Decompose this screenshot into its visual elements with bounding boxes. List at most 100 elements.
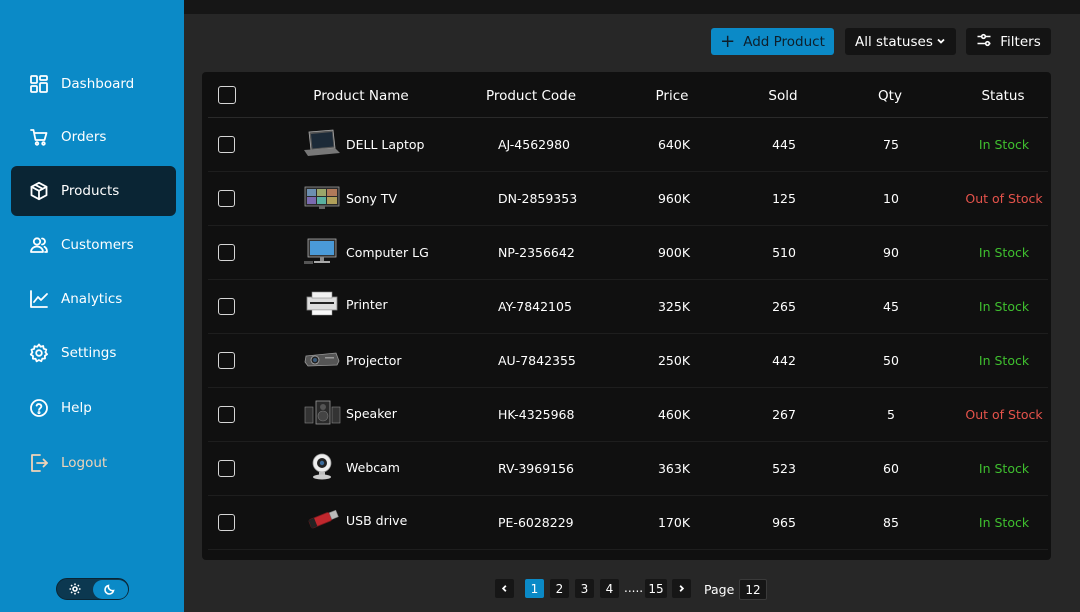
status-badge: In Stock (978, 245, 1030, 260)
product-price: 325K (657, 299, 691, 314)
product-qty: 85 (883, 515, 899, 530)
top-bar (184, 0, 1080, 14)
page-button-2[interactable]: 2 (550, 579, 569, 598)
status-select-value: All statuses (855, 33, 933, 50)
product-name: DELL Laptop (346, 137, 425, 152)
product-qty: 5 (887, 407, 895, 422)
product-name: USB drive (346, 513, 408, 528)
add-product-label: Add Product (743, 33, 825, 50)
column-header-qty[interactable]: Qty (878, 88, 902, 104)
box-icon (29, 181, 49, 201)
sidebar-item-logout[interactable]: Logout (11, 439, 176, 487)
product-image (303, 289, 341, 317)
page-button-3[interactable]: 3 (575, 579, 594, 598)
product-qty: 50 (883, 353, 899, 368)
page-number-input[interactable]: 12 (739, 579, 767, 600)
pagination-ellipsis: ..... (624, 581, 644, 595)
product-price: 640K (657, 137, 691, 152)
sidebar-item-dashboard[interactable]: Dashboard (11, 60, 176, 108)
filters-button[interactable]: Filters (966, 28, 1051, 55)
product-code: AU-7842355 (498, 353, 576, 368)
row-checkbox[interactable] (218, 460, 235, 477)
column-header-price[interactable]: Price (656, 88, 689, 104)
row-checkbox[interactable] (218, 136, 235, 153)
status-badge: Out of Stock (965, 407, 1043, 422)
sidebar-item-analytics[interactable]: Analytics (11, 275, 176, 323)
gear-icon (29, 343, 49, 363)
product-name: Speaker (346, 406, 397, 421)
status-select[interactable]: All statuses (845, 28, 956, 55)
help-icon (29, 398, 49, 418)
column-header-product-code[interactable]: Product Code (486, 88, 576, 104)
row-checkbox[interactable] (218, 406, 235, 423)
sidebar-item-label: Analytics (61, 291, 123, 307)
table-row[interactable]: DELL Laptop AJ-4562980 640K 445 75 In Stock (202, 118, 1051, 172)
row-divider (208, 549, 1048, 550)
sidebar-item-label: Customers (61, 237, 134, 253)
table-row[interactable]: Projector AU-7842355 250K 442 50 In Stock (202, 334, 1051, 388)
status-badge: In Stock (978, 299, 1030, 314)
product-qty: 60 (883, 461, 899, 476)
row-checkbox[interactable] (218, 352, 235, 369)
prev-page-button[interactable] (495, 579, 514, 598)
product-qty: 75 (883, 137, 899, 152)
product-sold: 265 (772, 299, 796, 314)
sidebar-item-label: Dashboard (61, 76, 135, 92)
page-label: Page (704, 582, 735, 597)
sliders-icon (976, 32, 992, 52)
status-badge: In Stock (978, 461, 1030, 476)
logout-icon (29, 453, 49, 473)
row-checkbox[interactable] (218, 244, 235, 261)
product-sold: 445 (772, 137, 796, 152)
product-image (303, 183, 341, 211)
page-button-4[interactable]: 4 (600, 579, 619, 598)
sidebar-item-products[interactable]: Products (11, 166, 176, 216)
product-code: HK-4325968 (498, 407, 575, 422)
next-page-button[interactable] (672, 579, 691, 598)
sidebar: Dashboard Orders Products Customers Anal… (0, 0, 184, 612)
page-button-last[interactable]: 15 (645, 579, 667, 598)
table-row[interactable]: Printer AY-7842105 325K 265 45 In Stock (202, 280, 1051, 334)
filters-label: Filters (1000, 33, 1041, 50)
table-header: Product Name Product Code Price Sold Qty… (202, 72, 1051, 118)
product-price: 960K (657, 191, 691, 206)
cart-icon (29, 127, 49, 147)
page-button-1[interactable]: 1 (525, 579, 544, 598)
product-qty: 90 (883, 245, 899, 260)
column-header-status[interactable]: Status (981, 88, 1024, 104)
sidebar-item-settings[interactable]: Settings (11, 329, 176, 377)
sidebar-item-help[interactable]: Help (11, 384, 176, 432)
plus-icon: + (720, 30, 736, 52)
product-qty: 45 (883, 299, 899, 314)
column-header-sold[interactable]: Sold (768, 88, 797, 104)
product-name: Projector (346, 353, 402, 368)
product-image (303, 398, 341, 426)
table-row[interactable]: Speaker HK-4325968 460K 267 5 Out of Stock (202, 388, 1051, 442)
column-header-product-name[interactable]: Product Name (313, 88, 408, 104)
sidebar-item-orders[interactable]: Orders (11, 113, 176, 161)
dashboard-icon (29, 74, 49, 94)
theme-toggle[interactable] (56, 578, 129, 600)
users-icon (29, 235, 49, 255)
sun-icon (69, 580, 81, 599)
table-row[interactable]: USB drive PE-6028229 170K 965 85 In Stock (202, 496, 1051, 550)
dark-mode-option[interactable] (92, 579, 128, 599)
light-mode-option[interactable] (57, 580, 93, 599)
product-sold: 523 (772, 461, 796, 476)
select-all-checkbox[interactable] (218, 86, 236, 104)
row-checkbox[interactable] (218, 298, 235, 315)
table-row[interactable]: Sony TV DN-2859353 960K 125 10 Out of Stock (202, 172, 1051, 226)
row-checkbox[interactable] (218, 514, 235, 531)
product-price: 250K (657, 353, 691, 368)
status-badge: In Stock (978, 515, 1030, 530)
product-price: 170K (657, 515, 691, 530)
row-checkbox[interactable] (218, 190, 235, 207)
product-sold: 965 (772, 515, 796, 530)
table-row[interactable]: Webcam RV-3969156 363K 523 60 In Stock (202, 442, 1051, 496)
sidebar-item-label: Orders (61, 129, 107, 145)
chevron-down-icon (936, 34, 946, 50)
sidebar-item-customers[interactable]: Customers (11, 221, 176, 269)
product-name: Printer (346, 297, 388, 312)
add-product-button[interactable]: + Add Product (711, 28, 834, 55)
table-row[interactable]: Computer LG NP-2356642 900K 510 90 In Stock (202, 226, 1051, 280)
